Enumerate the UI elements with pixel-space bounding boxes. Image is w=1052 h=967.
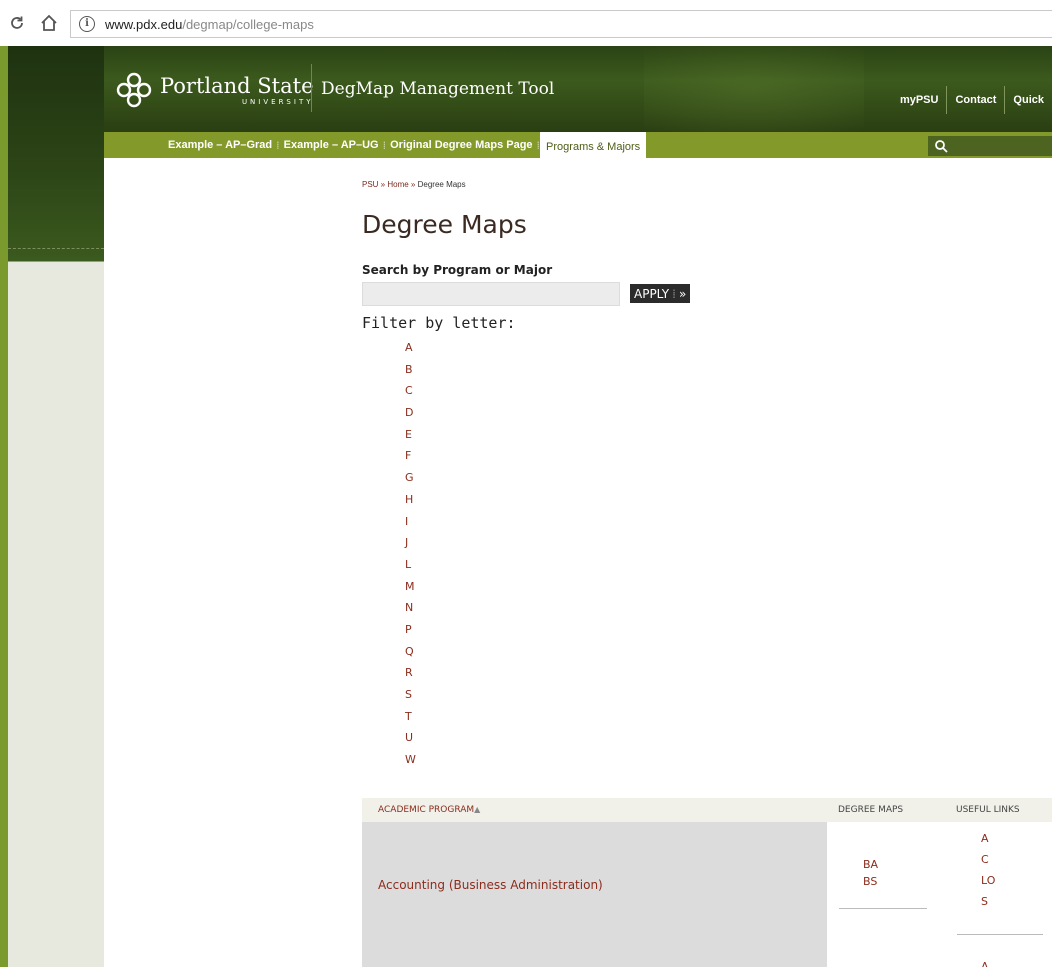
header-divider bbox=[311, 64, 312, 112]
search-label: Search by Program or Major bbox=[362, 263, 553, 277]
program-search-input[interactable] bbox=[362, 282, 620, 306]
cell-divider bbox=[957, 934, 1043, 935]
letter-filter-m[interactable]: M bbox=[405, 576, 416, 598]
degree-map-bs[interactable]: BS bbox=[863, 875, 877, 888]
letter-filter-b[interactable]: B bbox=[405, 359, 416, 381]
left-background bbox=[0, 46, 104, 967]
browser-chrome: i www.pdx.edu/degmap/college-maps bbox=[0, 0, 1052, 46]
page-title: Degree Maps bbox=[362, 210, 527, 239]
address-bar[interactable]: i www.pdx.edu/degmap/college-maps bbox=[70, 10, 1052, 38]
useful-link-c[interactable]: C bbox=[981, 853, 989, 866]
letter-filter-u[interactable]: U bbox=[405, 727, 416, 749]
letter-filter-r[interactable]: R bbox=[405, 662, 416, 684]
letter-filter-p[interactable]: P bbox=[405, 619, 416, 641]
next-row-useful-link-a[interactable]: A bbox=[981, 960, 989, 967]
letter-filter-list: A B C D E F G H I J L M N P Q R S T U W bbox=[405, 337, 416, 771]
nav-item-ap-ug[interactable]: Example – AP–UG bbox=[280, 139, 383, 151]
degree-maps-cell: BA BS bbox=[827, 822, 945, 967]
web-page: Portland State UNIVERSITY DegMap Managem… bbox=[0, 46, 1052, 967]
cell-divider bbox=[839, 908, 927, 909]
util-link-quick[interactable]: Quick bbox=[1004, 86, 1052, 114]
table-row: Accounting (Business Administration) bbox=[362, 822, 827, 967]
useful-link-s[interactable]: S bbox=[981, 895, 988, 908]
breadcrumb: PSU » Home » Degree Maps bbox=[362, 180, 466, 189]
degree-map-ba[interactable]: BA bbox=[863, 858, 878, 871]
apply-button[interactable]: APPLY ⁞» bbox=[630, 284, 691, 303]
search-icon bbox=[935, 140, 948, 153]
letter-filter-t[interactable]: T bbox=[405, 706, 416, 728]
breadcrumb-psu[interactable]: PSU bbox=[362, 180, 378, 189]
site-header: Portland State UNIVERSITY DegMap Managem… bbox=[104, 46, 1052, 132]
psu-logo[interactable]: Portland State UNIVERSITY bbox=[114, 70, 314, 110]
breadcrumb-current: Degree Maps bbox=[417, 180, 466, 189]
letter-filter-f[interactable]: F bbox=[405, 445, 416, 467]
useful-link-a[interactable]: A bbox=[981, 832, 989, 845]
letter-filter-a[interactable]: A bbox=[405, 337, 416, 359]
breadcrumb-home[interactable]: Home bbox=[387, 180, 408, 189]
col-header-useful-links: USEFUL LINKS bbox=[956, 805, 1020, 815]
letter-filter-w[interactable]: W bbox=[405, 749, 416, 771]
logo-name: Portland State bbox=[160, 73, 314, 98]
site-search[interactable] bbox=[928, 136, 1052, 156]
apply-arrow: » bbox=[678, 286, 687, 301]
letter-filter-l[interactable]: L bbox=[405, 554, 416, 576]
col-header-program-label: ACADEMIC PROGRAM bbox=[378, 805, 475, 815]
info-icon[interactable]: i bbox=[79, 16, 95, 32]
left-edge-bar bbox=[0, 46, 8, 967]
nav-item-programs-majors[interactable]: Programs & Majors bbox=[540, 132, 647, 162]
col-header-program[interactable]: ACADEMIC PROGRAM▲ bbox=[378, 805, 480, 815]
letter-filter-g[interactable]: G bbox=[405, 467, 416, 489]
letter-filter-n[interactable]: N bbox=[405, 597, 416, 619]
tool-title: DegMap Management Tool bbox=[321, 79, 555, 99]
letter-filter-s[interactable]: S bbox=[405, 684, 416, 706]
letter-filter-c[interactable]: C bbox=[405, 380, 416, 402]
utility-links: myPSU Contact Quick bbox=[892, 86, 1052, 114]
letter-filter-j[interactable]: J bbox=[405, 532, 416, 554]
url-path: /degmap/college-maps bbox=[182, 16, 314, 32]
reload-icon[interactable] bbox=[6, 12, 28, 34]
letter-filter-h[interactable]: H bbox=[405, 489, 416, 511]
logo-subtitle: UNIVERSITY bbox=[241, 97, 314, 106]
home-icon[interactable] bbox=[38, 12, 60, 34]
col-header-degree-maps: DEGREE MAPS bbox=[838, 805, 904, 815]
useful-link-lo[interactable]: LO bbox=[981, 874, 995, 887]
letter-filter-d[interactable]: D bbox=[405, 402, 416, 424]
psu-logo-icon bbox=[116, 72, 152, 108]
decorative-divider bbox=[8, 248, 104, 249]
sort-asc-icon: ▲ bbox=[474, 805, 481, 814]
apply-label: APPLY bbox=[634, 286, 670, 301]
main-nav: Example – AP–Grad ⁞ Example – AP–UG ⁞ Or… bbox=[104, 132, 1052, 162]
filter-label: Filter by letter: bbox=[362, 314, 516, 332]
letter-filter-i[interactable]: I bbox=[405, 511, 416, 533]
letter-filter-q[interactable]: Q bbox=[405, 641, 416, 663]
nav-item-ap-grad[interactable]: Example – AP–Grad bbox=[164, 139, 276, 151]
nav-item-original-maps[interactable]: Original Degree Maps Page bbox=[386, 139, 536, 151]
util-link-mypsu[interactable]: myPSU bbox=[892, 86, 947, 114]
breadcrumb-sep: » bbox=[408, 180, 418, 189]
program-link-accounting[interactable]: Accounting (Business Administration) bbox=[378, 878, 603, 892]
util-link-contact[interactable]: Contact bbox=[946, 86, 1004, 114]
url-host: www.pdx.edu bbox=[105, 16, 183, 32]
url-text: www.pdx.edu/degmap/college-maps bbox=[105, 17, 314, 32]
letter-filter-e[interactable]: E bbox=[405, 424, 416, 446]
apply-separator: ⁞ bbox=[672, 286, 676, 301]
table-header: ACADEMIC PROGRAM▲ DEGREE MAPS USEFUL LIN… bbox=[362, 798, 1052, 822]
useful-links-cell: A C LO S A bbox=[945, 822, 1052, 967]
